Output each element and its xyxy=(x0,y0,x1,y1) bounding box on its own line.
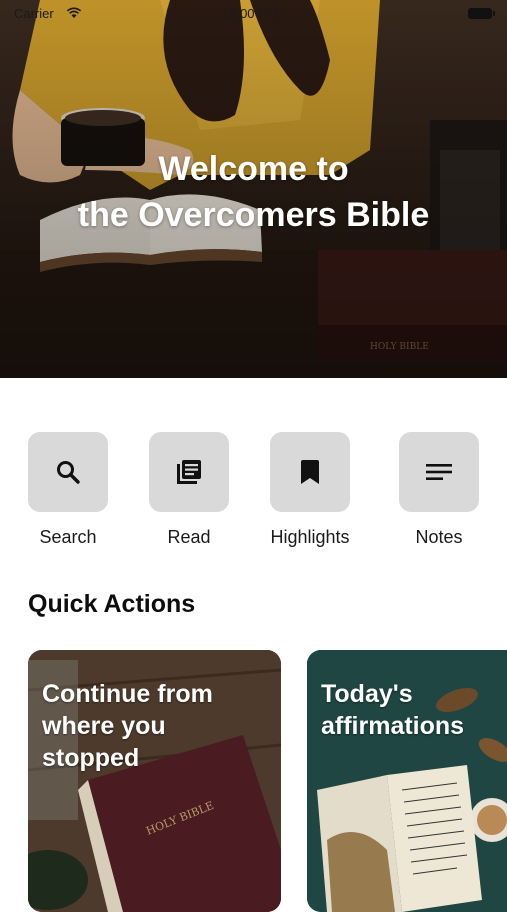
welcome-title-line2: the Overcomers Bible xyxy=(77,196,430,234)
notes-tile[interactable] xyxy=(399,432,479,512)
shortcut-highlights[interactable]: Highlights xyxy=(260,432,360,548)
read-tile[interactable] xyxy=(149,432,229,512)
continue-reading-title: Continue from where you stopped xyxy=(42,678,272,774)
highlights-tile[interactable] xyxy=(270,432,350,512)
quick-actions-title: Quick Actions xyxy=(28,590,196,618)
search-icon xyxy=(57,461,80,484)
affirmations-card[interactable]: Today's affirmations xyxy=(307,650,507,912)
shortcut-read[interactable]: Read xyxy=(139,432,239,548)
welcome-title: Welcome to the Overcomers Bible xyxy=(0,146,507,238)
shortcut-label-highlights: Highlights xyxy=(270,527,350,547)
shortcut-search[interactable]: Search xyxy=(18,432,118,548)
shortcut-label-search: Search xyxy=(39,527,97,547)
continue-title-line2: where you xyxy=(42,712,166,740)
bookmark-icon xyxy=(301,460,319,484)
carrier-label: Carrier xyxy=(14,6,54,21)
clock-time: 12:00 PM xyxy=(222,6,278,21)
affirmations-title: Today's affirmations xyxy=(321,678,507,742)
shortcut-label-read: Read xyxy=(167,527,211,547)
book-pages-icon xyxy=(177,460,201,484)
wifi-icon xyxy=(66,7,82,18)
continue-title-line1: Continue from xyxy=(42,680,213,708)
notes-icon xyxy=(426,464,452,480)
shortcut-label-notes: Notes xyxy=(415,527,463,547)
search-tile[interactable] xyxy=(28,432,108,512)
affirmations-title-line1: Today's xyxy=(321,680,413,708)
affirmations-title-line2: affirmations xyxy=(321,712,465,740)
shortcut-notes[interactable]: Notes xyxy=(389,432,489,548)
welcome-title-line1: Welcome to xyxy=(158,150,349,188)
status-bar: Carrier 12:00 PM xyxy=(0,0,507,28)
continue-reading-card[interactable]: HOLY BIBLE Continue from where you stopp… xyxy=(28,650,281,912)
battery-icon xyxy=(468,8,495,19)
continue-title-line3: stopped xyxy=(42,744,140,772)
hero-banner: HOLY BIBLE Carrier 12:00 PM Welcome to t… xyxy=(0,0,507,378)
